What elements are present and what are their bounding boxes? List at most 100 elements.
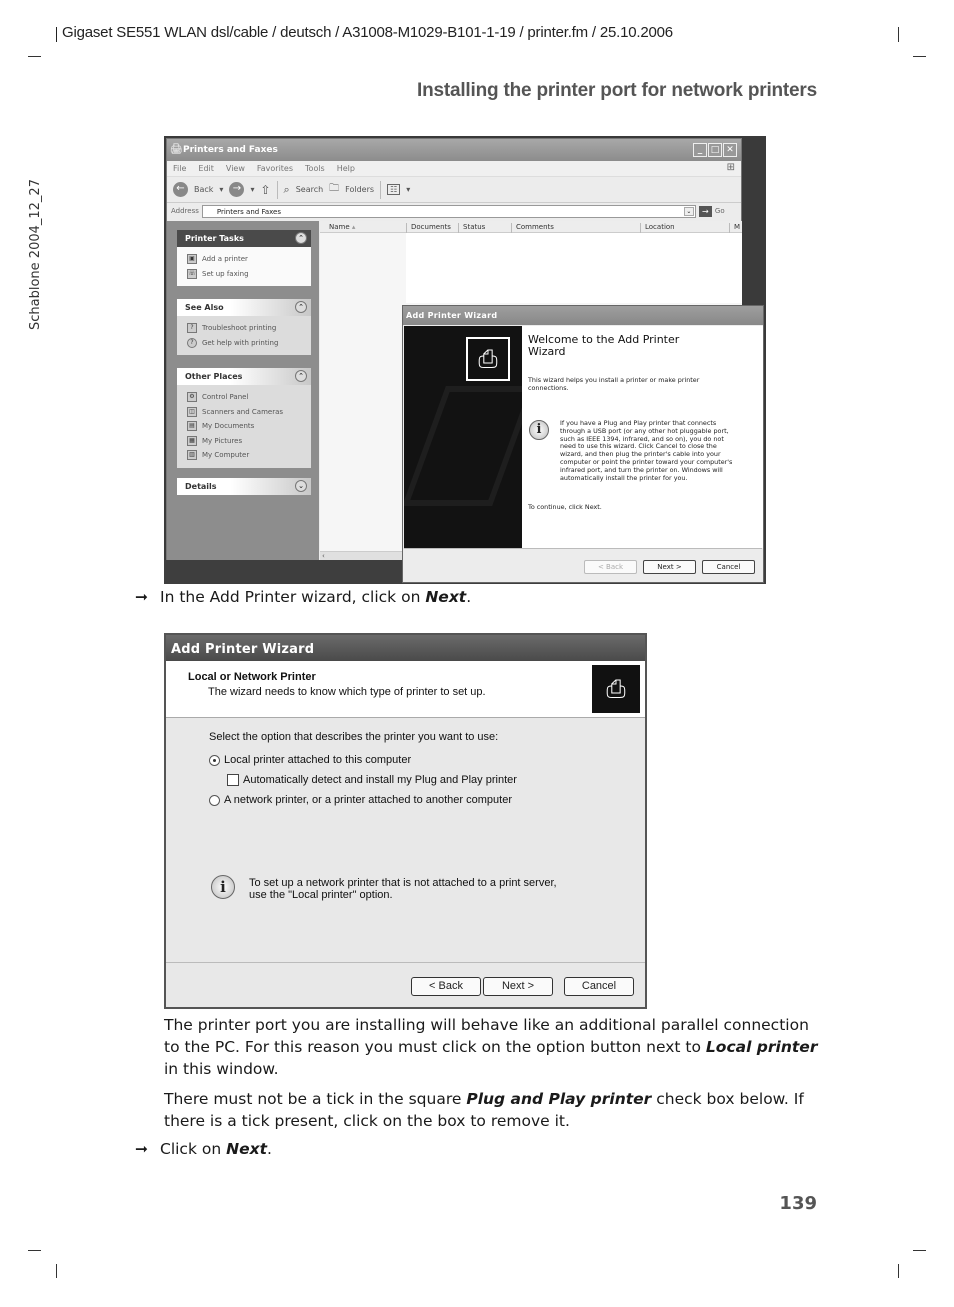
crop-mark	[28, 1250, 41, 1251]
window-title: Printers and Faxes	[183, 145, 278, 155]
task-label: Scanners and Cameras	[202, 407, 284, 416]
instruction-step-2: ➞ Click on Next.	[135, 1140, 272, 1158]
wizard-content: Welcome to the Add Printer Wizard This w…	[522, 326, 763, 548]
chevron-down-icon[interactable]: ⌄	[683, 206, 694, 216]
collapse-icon[interactable]: ⌃	[295, 232, 307, 244]
column-comments[interactable]: Comments	[511, 223, 554, 233]
search-button[interactable]: Search	[296, 185, 323, 194]
collapse-icon[interactable]: ⌃	[295, 301, 307, 313]
menu-help[interactable]: Help	[337, 164, 355, 173]
cancel-button[interactable]: Cancel	[564, 977, 634, 996]
panel-header[interactable]: See Also ⌃	[177, 299, 311, 316]
checkbox-plug-and-play[interactable]	[227, 774, 239, 786]
collapse-icon[interactable]: ⌃	[295, 370, 307, 382]
column-documents[interactable]: Documents	[406, 223, 451, 233]
minimize-button[interactable]: _	[693, 143, 707, 157]
sort-ascending-icon: ▴	[351, 223, 356, 231]
option-local-printer[interactable]: Local printer attached to this computer	[209, 754, 411, 766]
paragraph-emphasis: Local printer	[705, 1038, 818, 1056]
maximize-button[interactable]: □	[708, 143, 722, 157]
task-label: Get help with printing	[202, 338, 279, 347]
task-label: Troubleshoot printing	[202, 324, 277, 333]
printer-folder-icon: 🖨	[170, 144, 183, 155]
radio-network-printer[interactable]	[209, 794, 220, 806]
panel-header[interactable]: Details ⌄	[177, 478, 311, 495]
address-input[interactable]: Printers and Faxes ⌄	[201, 204, 696, 218]
cancel-button[interactable]: Cancel	[702, 560, 755, 574]
column-status[interactable]: Status	[458, 223, 485, 233]
panel-header[interactable]: Other Places ⌃	[177, 368, 311, 385]
link-get-help-printing[interactable]: ? Get help with printing	[187, 336, 311, 351]
menu-bar: File Edit View Favorites Tools Help ⊞	[167, 161, 741, 177]
place-my-documents[interactable]: ▤ My Documents	[187, 419, 311, 434]
back-button[interactable]: Back	[194, 185, 213, 194]
column-location[interactable]: Location	[640, 223, 675, 233]
menu-view[interactable]: View	[226, 164, 245, 173]
window-titlebar: 🖨 Printers and Faxes _ □ ✕	[167, 139, 741, 161]
task-label: Set up faxing	[202, 269, 249, 278]
menu-edit[interactable]: Edit	[198, 164, 214, 173]
wizard-titlebar: Add Printer Wizard	[166, 635, 645, 661]
crop-mark	[28, 56, 41, 57]
back-button[interactable]: < Back	[411, 977, 481, 996]
separator	[404, 548, 762, 549]
back-button[interactable]: < Back	[584, 560, 637, 574]
up-folder-icon[interactable]: ⇧	[260, 183, 270, 197]
folders-icon[interactable]: 🗀	[329, 181, 339, 198]
place-control-panel[interactable]: ⚙ Control Panel	[187, 390, 311, 405]
option-plug-and-play[interactable]: Automatically detect and install my Plug…	[227, 774, 517, 786]
separator	[166, 962, 645, 963]
panel-header[interactable]: Printer Tasks ⌃	[177, 230, 311, 247]
arrow-icon: ➞	[135, 1140, 148, 1158]
expand-icon[interactable]: ⌄	[295, 480, 307, 492]
section-title: Installing the printer port for network …	[417, 80, 817, 101]
menu-tools[interactable]: Tools	[305, 164, 325, 173]
scroll-left-icon[interactable]: ‹	[322, 552, 325, 560]
place-my-computer[interactable]: ▥ My Computer	[187, 448, 311, 463]
instruction-text: Click on	[160, 1140, 227, 1158]
next-button[interactable]: Next >	[643, 560, 696, 574]
document-header: Gigaset SE551 WLAN dsl/cable / deutsch /…	[62, 24, 673, 41]
dropdown-icon[interactable]: ▾	[250, 185, 254, 194]
place-my-pictures[interactable]: ▦ My Pictures	[187, 434, 311, 449]
next-button[interactable]: Next >	[483, 977, 553, 996]
option-network-printer[interactable]: A network printer, or a printer attached…	[209, 794, 512, 806]
wizard-heading: Local or Network Printer	[188, 671, 316, 683]
instruction-step-1: ➞ In the Add Printer wizard, click on Nex…	[135, 588, 471, 606]
go-arrow-icon[interactable]: →	[698, 205, 712, 217]
task-label: My Computer	[202, 451, 250, 460]
crop-mark	[56, 1264, 57, 1278]
views-icon[interactable]: ☷	[387, 184, 401, 195]
forward-arrow-icon[interactable]: →	[229, 182, 245, 197]
checkbox-label: Automatically detect and install my Plug…	[243, 774, 517, 786]
task-pane: Printer Tasks ⌃ ▣ Add a printer ☏ Set up fa…	[167, 221, 319, 561]
place-scanners-cameras[interactable]: ◫ Scanners and Cameras	[187, 405, 311, 420]
crop-mark	[898, 27, 899, 42]
paragraph-plug-and-play: There must not be a tick in the square P…	[164, 1088, 824, 1132]
close-button[interactable]: ✕	[723, 143, 737, 157]
scanner-icon: ◫	[187, 406, 197, 417]
task-set-up-faxing[interactable]: ☏ Set up faxing	[187, 267, 311, 282]
column-name[interactable]: Name ▴	[320, 223, 404, 233]
menu-file[interactable]: File	[173, 164, 186, 173]
option-label: A network printer, or a printer attached…	[224, 794, 512, 806]
panel-title: Other Places	[185, 372, 243, 381]
link-troubleshoot-printing[interactable]: ? Troubleshoot printing	[187, 321, 311, 336]
paragraph-text: in this window.	[164, 1060, 279, 1078]
go-button[interactable]: Go	[715, 207, 725, 215]
instruction-emphasis: Next	[425, 588, 467, 606]
search-icon[interactable]: ⌕	[284, 183, 290, 197]
dropdown-icon[interactable]: ▾	[406, 185, 410, 194]
back-arrow-icon[interactable]: ←	[173, 182, 188, 197]
toolbar-separator	[380, 180, 382, 199]
fax-icon: ☏	[187, 268, 197, 279]
folders-button[interactable]: Folders	[345, 185, 374, 194]
task-add-printer[interactable]: ▣ Add a printer	[187, 252, 311, 267]
menu-favorites[interactable]: Favorites	[257, 164, 293, 173]
column-label: Name	[329, 223, 350, 231]
column-model[interactable]: M	[729, 223, 740, 233]
printer-icon: ⎙	[592, 665, 640, 713]
paragraph-local-printer: The printer port you are installing will…	[164, 1014, 824, 1080]
radio-local-printer[interactable]	[209, 754, 220, 766]
dropdown-icon[interactable]: ▾	[219, 185, 223, 194]
